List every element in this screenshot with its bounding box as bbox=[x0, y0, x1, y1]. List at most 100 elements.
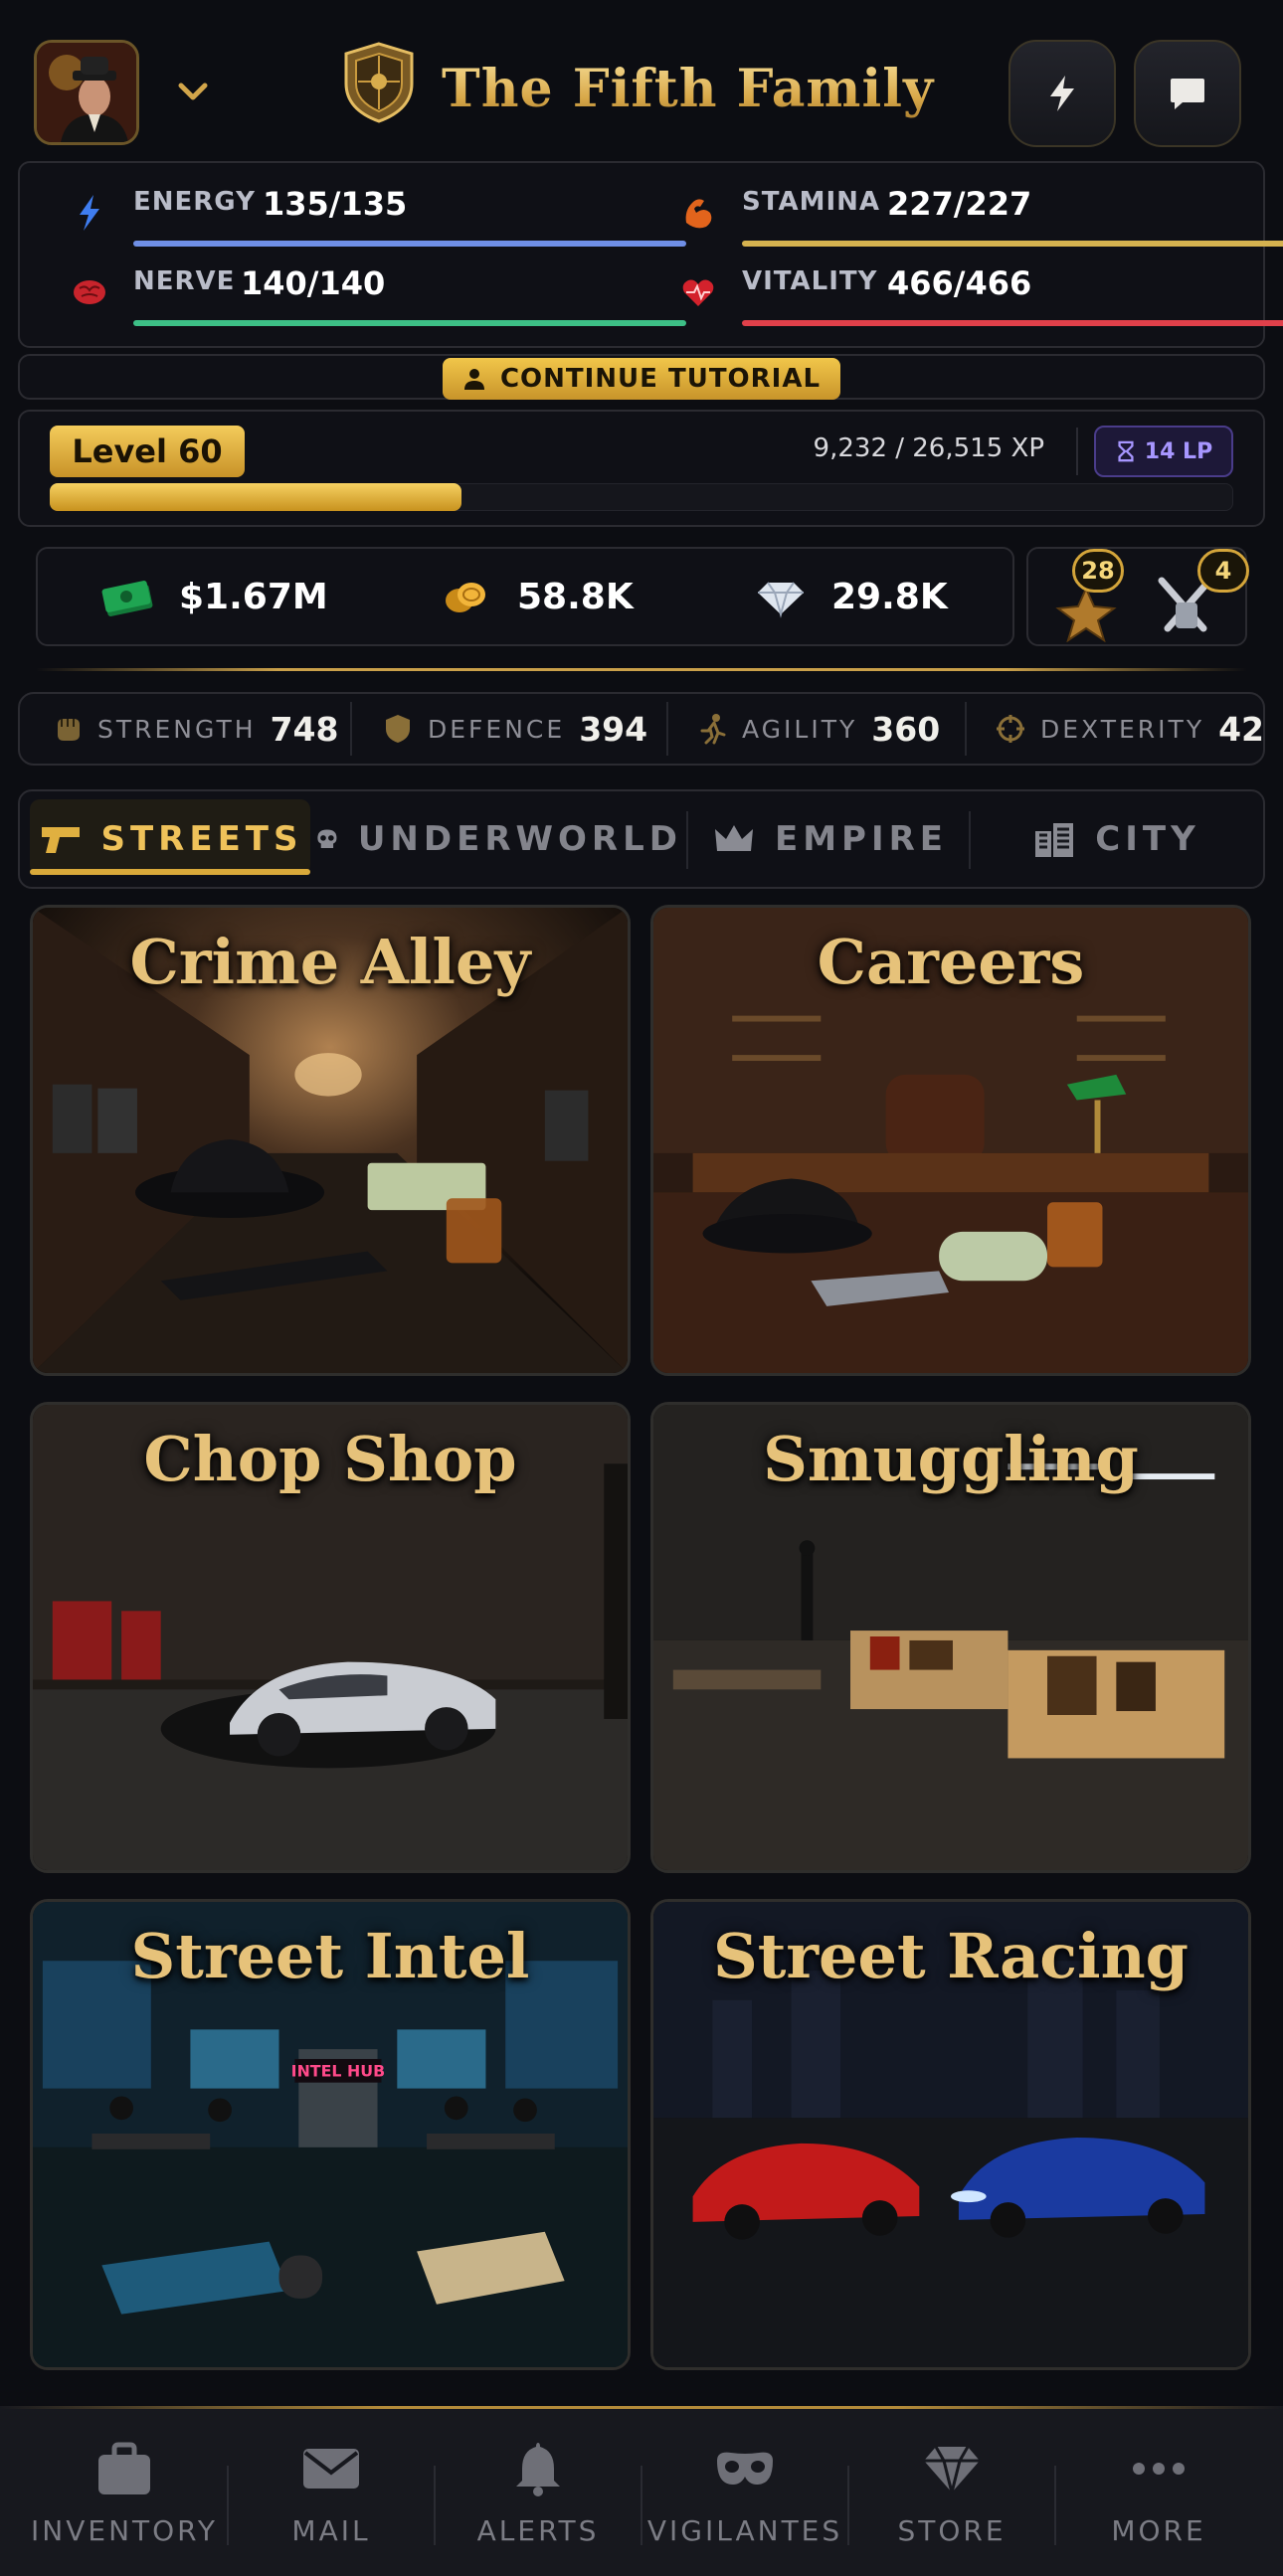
hourglass-icon bbox=[1118, 440, 1134, 462]
lp-badge[interactable]: 14 LP bbox=[1094, 426, 1233, 477]
nav-alerts[interactable]: ALERTS bbox=[436, 2441, 641, 2560]
nav-label: INVENTORY bbox=[31, 2514, 218, 2547]
star-medal-icon[interactable] bbox=[1050, 585, 1122, 643]
divider bbox=[686, 811, 688, 869]
card-title: Street Racing bbox=[712, 1920, 1190, 1992]
diamond-icon bbox=[758, 582, 804, 618]
tab-label: CITY bbox=[1095, 819, 1200, 859]
cash-icon bbox=[101, 581, 153, 616]
fist-icon bbox=[58, 719, 80, 741]
card-title: Chop Shop bbox=[143, 1423, 517, 1495]
chat-icon bbox=[1171, 79, 1204, 109]
card-title: Street Intel bbox=[130, 1920, 530, 1992]
card-street-racing[interactable]: Street Racing bbox=[650, 1899, 1251, 2370]
stat-stamina: STAMINA 227/227 bbox=[678, 181, 1283, 251]
gold-divider bbox=[36, 668, 1247, 671]
attr-label: DEXTERITY bbox=[1040, 714, 1205, 744]
level-badge: Level 60 bbox=[50, 426, 245, 477]
heart-icon bbox=[682, 279, 714, 306]
attr-value: 748 bbox=[270, 709, 339, 749]
energy-refill-button[interactable] bbox=[1008, 40, 1116, 147]
stat-nerve: NERVE 140/140 bbox=[70, 260, 686, 330]
attr-agility: AGILITY 360 bbox=[696, 702, 940, 756]
card-title: Crime Alley bbox=[129, 926, 531, 998]
attr-strength: STRENGTH 748 bbox=[52, 702, 338, 756]
divider bbox=[965, 702, 967, 756]
attr-dexterity: DEXTERITY 42 bbox=[995, 702, 1264, 756]
stat-label: ENERGY bbox=[133, 187, 256, 217]
nav-label: VIGILANTES bbox=[646, 2514, 843, 2547]
card-title: Smuggling bbox=[763, 1423, 1139, 1495]
nav-more[interactable]: MORE bbox=[1056, 2441, 1261, 2560]
attr-value: 42 bbox=[1218, 709, 1265, 749]
stat-bar bbox=[133, 241, 686, 247]
stat-label: NERVE bbox=[133, 266, 236, 296]
attr-value: 394 bbox=[579, 709, 648, 749]
chat-button[interactable] bbox=[1134, 40, 1241, 147]
briefcase-icon bbox=[98, 2442, 150, 2494]
currency-coins[interactable]: 58.8K bbox=[438, 567, 634, 626]
stat-value: 466/466 bbox=[887, 264, 1032, 302]
mask-icon bbox=[717, 2452, 773, 2485]
dots-icon bbox=[1133, 2463, 1185, 2475]
flexed-arm-icon bbox=[685, 199, 712, 229]
tab-underworld[interactable]: UNDERWORLD bbox=[314, 799, 682, 879]
shield-icon bbox=[386, 715, 410, 743]
crown-icon bbox=[714, 825, 753, 851]
tab-label: STREETS bbox=[100, 819, 303, 859]
nav-label: STORE bbox=[897, 2514, 1007, 2547]
pistol-icon bbox=[41, 827, 80, 853]
currency-diamonds[interactable]: 29.8K bbox=[752, 567, 948, 626]
attr-value: 360 bbox=[871, 709, 941, 749]
card-careers[interactable]: Careers bbox=[650, 905, 1251, 1376]
stat-energy: ENERGY 135/135 bbox=[70, 181, 686, 251]
gold-divider bbox=[0, 2406, 1283, 2409]
nav-label: MORE bbox=[1111, 2514, 1206, 2547]
divider bbox=[1076, 428, 1078, 475]
card-crime-alley[interactable]: Crime Alley bbox=[30, 905, 631, 1376]
stat-label: VITALITY bbox=[742, 266, 878, 296]
weapon-count-badge: 4 bbox=[1197, 549, 1249, 593]
card-smuggling[interactable]: Smuggling bbox=[650, 1402, 1251, 1873]
skull-icon bbox=[317, 829, 337, 848]
tab-streets[interactable]: STREETS bbox=[30, 799, 310, 879]
tab-empire[interactable]: EMPIRE bbox=[692, 799, 967, 879]
app-title: The Fifth Family bbox=[442, 50, 939, 129]
divider bbox=[666, 702, 668, 756]
stat-value: 227/227 bbox=[887, 185, 1032, 223]
xp-fill bbox=[50, 483, 462, 511]
xp-text: 9,232 / 26,515 XP bbox=[813, 433, 1044, 463]
nav-vigilantes[interactable]: VIGILANTES bbox=[642, 2441, 847, 2560]
stat-vitality: VITALITY 466/466 bbox=[678, 260, 1283, 330]
crosshair-icon bbox=[997, 715, 1024, 743]
coins-icon bbox=[446, 583, 485, 612]
nav-store[interactable]: STORE bbox=[849, 2441, 1054, 2560]
currency-cash[interactable]: $1.67M bbox=[99, 567, 328, 626]
nav-label: MAIL bbox=[291, 2514, 371, 2547]
profile-avatar[interactable] bbox=[34, 40, 139, 145]
runner-icon bbox=[700, 714, 726, 745]
lp-text: 14 LP bbox=[1144, 438, 1213, 464]
intel-hub-sign: INTEL HUB bbox=[291, 2062, 385, 2081]
card-chop-shop[interactable]: Chop Shop bbox=[30, 1402, 631, 1873]
nav-mail[interactable]: MAIL bbox=[229, 2441, 434, 2560]
chevron-down-icon[interactable] bbox=[173, 78, 213, 107]
lightning-icon bbox=[1050, 76, 1074, 111]
tab-label: UNDERWORLD bbox=[357, 819, 682, 859]
tab-city[interactable]: CITY bbox=[985, 799, 1247, 879]
medal-count-badge: 28 bbox=[1072, 549, 1124, 593]
card-title: Careers bbox=[817, 926, 1085, 998]
nav-inventory[interactable]: INVENTORY bbox=[22, 2441, 227, 2560]
stat-value: 140/140 bbox=[241, 264, 386, 302]
mobster-avatar-icon bbox=[37, 43, 136, 142]
person-icon bbox=[463, 369, 484, 390]
diamonds-value: 29.8K bbox=[831, 576, 948, 617]
energy-bolt-icon bbox=[80, 195, 99, 231]
brain-icon bbox=[74, 280, 105, 304]
stat-label: STAMINA bbox=[742, 187, 880, 217]
bell-icon bbox=[516, 2443, 560, 2496]
continue-tutorial-button[interactable]: CONTINUE TUTORIAL bbox=[443, 358, 840, 400]
card-street-intel[interactable]: INTEL HUB Street Intel bbox=[30, 1899, 631, 2370]
stat-value: 135/135 bbox=[263, 185, 408, 223]
stat-bar bbox=[133, 320, 686, 326]
